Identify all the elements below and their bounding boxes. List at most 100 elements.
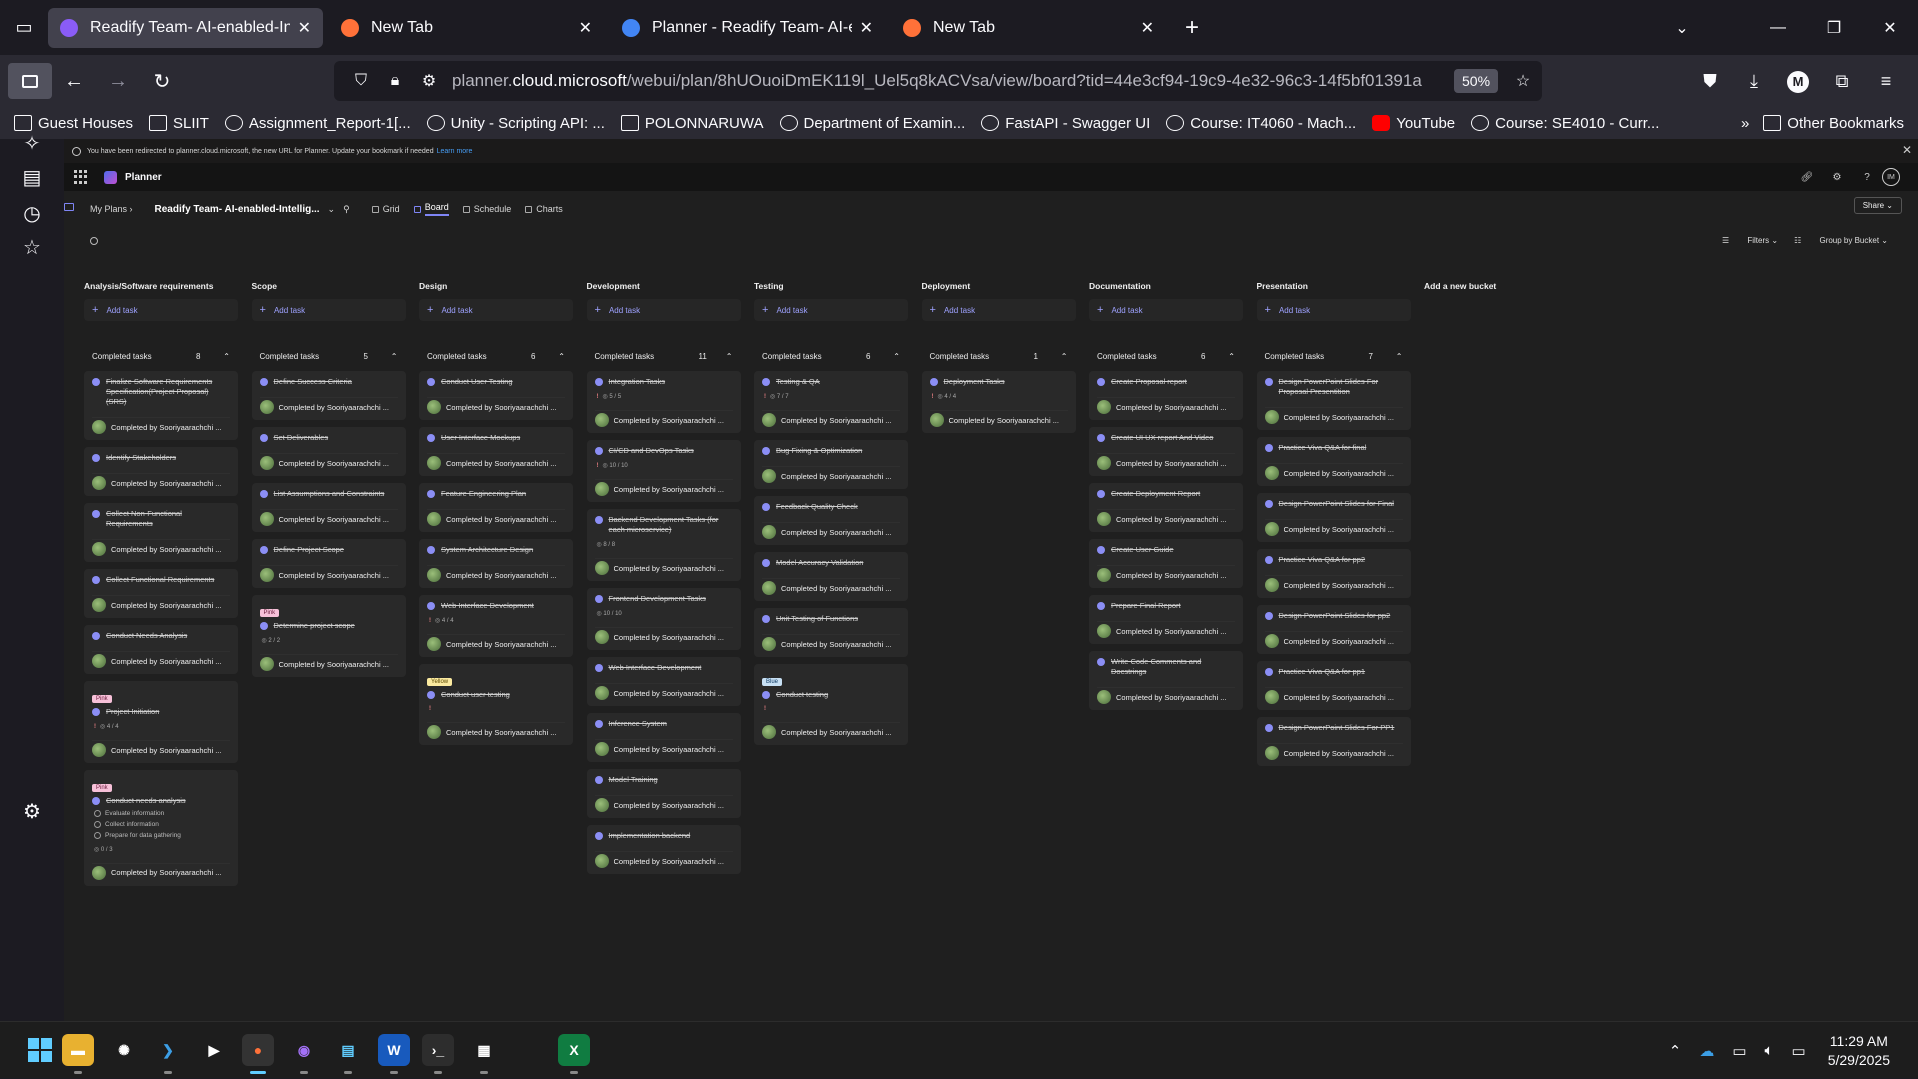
checkbox-circle-icon[interactable] <box>94 821 101 829</box>
url-text[interactable]: planner.cloud.microsoft/webui/plan/8hUOu… <box>452 71 1442 91</box>
breadcrumb[interactable]: My Plans › <box>90 204 133 214</box>
task-card[interactable]: Testing & QA! ◎ 7 / 7 Completed by Sooriya… <box>754 371 908 433</box>
history-icon[interactable]: ◷ <box>20 201 44 225</box>
browser-tab[interactable]: New Tab ✕ <box>891 8 1166 48</box>
completed-tasks-toggle[interactable]: Completed tasks 7 ⌃ <box>1257 347 1411 365</box>
completed-check-icon[interactable] <box>762 559 770 567</box>
bookmarks-overflow-icon[interactable]: » <box>1741 115 1749 132</box>
github-desktop-icon[interactable]: ◉ <box>288 1034 320 1066</box>
learn-more-link[interactable]: Learn more <box>437 148 473 155</box>
browser-tab[interactable]: New Tab ✕ <box>329 8 604 48</box>
synced-tabs-icon[interactable]: ▤ <box>20 165 44 189</box>
task-card[interactable]: Prepare Final Report Completed by Sooriya… <box>1089 595 1243 644</box>
bookmark-item[interactable]: YouTube <box>1372 115 1455 132</box>
completed-check-icon[interactable] <box>1097 546 1105 554</box>
bookmark-item[interactable]: Course: IT4060 - Mach... <box>1166 115 1356 132</box>
bookmark-item[interactable]: Course: SE4010 - Curr... <box>1471 115 1659 132</box>
network-icon[interactable]: ▭ <box>1732 1042 1746 1060</box>
start-button[interactable] <box>24 1034 56 1066</box>
task-card[interactable]: Pink Conduct needs analysis Evaluate infor… <box>84 770 238 886</box>
task-card[interactable]: Feedback Quality Check Completed by Soori… <box>754 496 908 545</box>
task-card[interactable]: Create User Guide Completed by Sooriyaara… <box>1089 539 1243 588</box>
add-new-bucket-button[interactable]: Add a new bucket <box>1424 281 1496 291</box>
other-bookmarks[interactable]: Other Bookmarks <box>1763 115 1904 132</box>
bookmark-item[interactable]: Department of Examin... <box>779 115 965 132</box>
menu-icon[interactable]: ≡ <box>1864 71 1908 92</box>
task-card[interactable]: Practice Viva Q&A for final Completed by … <box>1256 437 1411 486</box>
completed-tasks-toggle[interactable]: Completed tasks 11 ⌃ <box>587 347 741 365</box>
clock[interactable]: 11:29 AM 5/29/2025 <box>1828 1032 1890 1070</box>
completed-tasks-toggle[interactable]: Completed tasks 1 ⌃ <box>922 347 1076 365</box>
completed-check-icon[interactable] <box>594 664 603 672</box>
bucket-title[interactable]: Documentation <box>1089 281 1243 295</box>
completed-check-icon[interactable] <box>259 546 268 554</box>
task-card[interactable]: Inference System Completed by Sooriyaarac… <box>586 713 741 762</box>
tab-schedule[interactable]: Schedule <box>462 202 511 216</box>
link-icon[interactable]: 🔗︎ <box>1792 172 1822 183</box>
completed-check-icon[interactable] <box>427 691 435 699</box>
completed-check-icon[interactable] <box>594 378 603 386</box>
tab-board[interactable]: Board <box>413 202 449 216</box>
task-card[interactable]: Yellow Conduct user testing! Completed by … <box>419 664 573 745</box>
firefox-icon[interactable]: ● <box>242 1034 274 1066</box>
add-task-button[interactable]: + Add task <box>1089 299 1243 321</box>
firefox-view-button[interactable]: ▭ <box>0 0 48 55</box>
task-card[interactable]: Finalize Software Requirements Specifica… <box>84 371 238 440</box>
bucket-title[interactable]: Deployment <box>922 281 1076 295</box>
task-card[interactable]: Define Project Scope Completed by Sooriya… <box>251 539 406 588</box>
bookmark-item[interactable]: POLONNARUWA <box>620 115 764 132</box>
completed-check-icon[interactable] <box>594 720 603 728</box>
pocket-icon[interactable]: ⛊ <box>1688 71 1732 92</box>
bookmark-item[interactable]: Guest Houses <box>14 115 133 132</box>
completed-check-icon[interactable] <box>594 776 603 784</box>
calculator-icon[interactable]: ▦ <box>468 1034 500 1066</box>
customize-sidebar-icon[interactable]: ⚙ <box>20 799 44 823</box>
sidebar-toggle-button[interactable] <box>8 63 52 99</box>
user-avatar[interactable]: IM <box>1882 168 1912 186</box>
add-task-button[interactable]: + Add task <box>251 299 406 321</box>
completed-check-icon[interactable] <box>259 378 268 386</box>
completed-check-icon[interactable] <box>92 708 100 716</box>
completed-check-icon[interactable] <box>92 510 100 518</box>
completed-check-icon[interactable] <box>1264 668 1273 676</box>
group-by-button[interactable]: ☷ Group by Bucket ⌄ <box>1794 236 1888 245</box>
settings-icon[interactable]: ⚙ <box>1822 172 1852 183</box>
bookmarks-icon[interactable]: ☆ <box>20 235 44 259</box>
completed-check-icon[interactable] <box>427 602 435 610</box>
minimize-button[interactable]: — <box>1750 19 1806 37</box>
add-task-button[interactable]: + Add task <box>1256 299 1411 321</box>
task-card[interactable]: Pink Project Initiation! ◎ 4 / 4 Completed … <box>84 681 238 763</box>
completed-check-icon[interactable] <box>1097 434 1105 442</box>
bookmark-item[interactable]: FastAPI - Swagger UI <box>981 115 1150 132</box>
bucket-title[interactable]: Scope <box>252 281 406 295</box>
task-card[interactable]: Model Accuracy Validation Completed by So… <box>754 552 908 601</box>
task-card[interactable]: Practice Viva Q&A for pp1 Completed by So… <box>1256 661 1411 710</box>
completed-tasks-toggle[interactable]: Completed tasks 6 ⌃ <box>754 347 908 365</box>
pin-icon[interactable]: ⚲ <box>343 204 350 215</box>
task-card[interactable]: Frontend Development Tasks ◎ 10 / 10 Compl… <box>586 588 741 650</box>
completed-check-icon[interactable] <box>594 832 603 840</box>
bookmark-item[interactable]: Unity - Scripting API: ... <box>426 115 605 132</box>
completed-check-icon[interactable] <box>1264 444 1273 452</box>
task-card[interactable]: Design PowerPoint Slides for pp2 Complete… <box>1256 605 1411 654</box>
chevron-up-icon[interactable]: ⌃ <box>391 352 398 361</box>
task-card[interactable]: Integration Tasks ! ◎ 5 / 5 Completed by So… <box>586 371 741 433</box>
plans-panel-icon[interactable] <box>64 203 74 211</box>
task-card[interactable]: Model Training Completed by Sooriyaarachc… <box>586 769 741 818</box>
completed-tasks-toggle[interactable]: Completed tasks 6 ⌃ <box>1089 347 1243 365</box>
excel-icon[interactable]: X <box>558 1034 590 1066</box>
completed-check-icon[interactable] <box>92 632 100 640</box>
browser-tab[interactable]: Planner - Readify Team- AI-enab ✕ <box>610 8 885 48</box>
task-card[interactable]: Design PowerPoint Slides For PP1 Complete… <box>1256 717 1411 766</box>
task-card[interactable]: Design PowerPoint Slides for Final Comple… <box>1256 493 1411 542</box>
chevron-up-icon[interactable]: ⌃ <box>558 352 565 361</box>
extensions-icon[interactable]: ⧉ <box>1820 71 1864 92</box>
bookmark-star-icon[interactable]: ☆ <box>1506 71 1540 91</box>
back-button[interactable]: ← <box>52 70 96 93</box>
volume-icon[interactable]: 🔈︎ <box>1765 1042 1774 1059</box>
completed-check-icon[interactable] <box>1264 612 1273 620</box>
bucket-title[interactable]: Development <box>587 281 741 295</box>
completed-check-icon[interactable] <box>1097 378 1105 386</box>
completed-check-icon[interactable] <box>92 378 100 386</box>
checklist-item[interactable]: Collect information <box>94 821 230 828</box>
